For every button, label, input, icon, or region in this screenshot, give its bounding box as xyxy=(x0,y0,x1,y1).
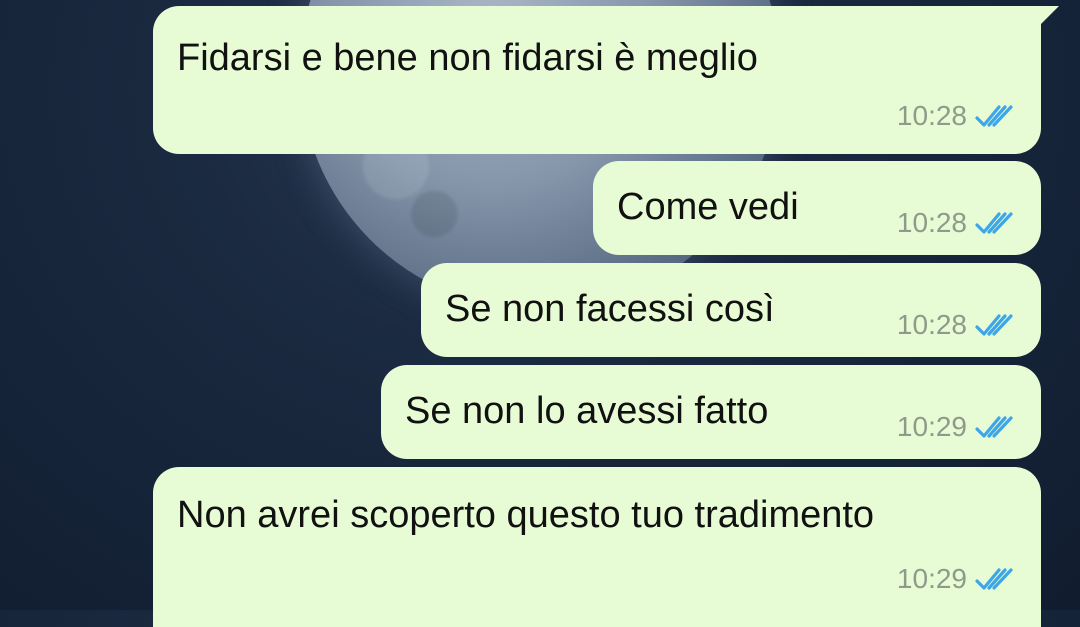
double-check-icon xyxy=(975,568,1013,590)
message-timestamp: 10:28 xyxy=(896,207,967,238)
message-timestamp: 10:28 xyxy=(896,309,967,340)
message-text: Se non facessi così xyxy=(445,288,775,330)
message-meta: 10:29 xyxy=(897,563,1015,595)
double-check-icon xyxy=(975,314,1013,336)
message-bubble[interactable]: Come vedi 10:28 xyxy=(593,161,1041,255)
message-timestamp: 10:28 xyxy=(896,100,967,131)
message-meta: 10:28 xyxy=(897,207,1015,239)
message-bubble[interactable]: Se non facessi così 10:28 xyxy=(421,263,1041,357)
message-text: Non avrei scoperto questo tuo tradimento xyxy=(177,494,875,536)
message-timestamp: 10:29 xyxy=(896,411,967,442)
double-check-icon xyxy=(975,212,1013,234)
double-check-icon xyxy=(975,105,1013,127)
message-text: Se non lo avessi fatto xyxy=(405,390,769,432)
message-timestamp: 10:29 xyxy=(896,563,967,594)
message-text: Fidarsi e bene non fidarsi è meglio xyxy=(177,37,758,79)
message-text: Come vedi xyxy=(617,186,799,228)
bubble-tail xyxy=(1037,6,1059,28)
message-list[interactable]: Fidarsi e bene non fidarsi è meglio 10:2… xyxy=(0,0,1080,627)
message-bubble[interactable]: Non avrei scoperto questo tuo tradimento… xyxy=(153,467,1041,627)
message-meta: 10:29 xyxy=(897,411,1015,443)
message-bubble[interactable]: Fidarsi e bene non fidarsi è meglio 10:2… xyxy=(153,6,1059,154)
message-meta: 10:28 xyxy=(897,100,1015,132)
message-meta: 10:28 xyxy=(897,309,1015,341)
message-bubble[interactable]: Se non lo avessi fatto 10:29 xyxy=(381,365,1041,459)
double-check-icon xyxy=(975,416,1013,438)
